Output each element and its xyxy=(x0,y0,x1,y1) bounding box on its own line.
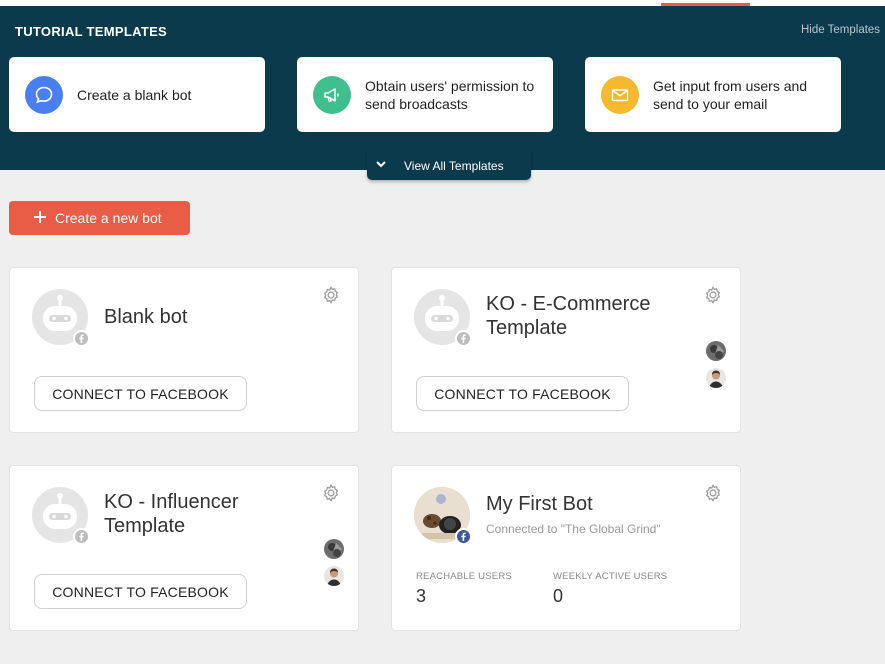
template-label: Get input from users and send to your em… xyxy=(653,77,808,112)
facebook-icon xyxy=(455,528,472,545)
reachable-users-value: 3 xyxy=(416,586,427,606)
bot-avatar xyxy=(414,487,472,545)
template-card-email-input[interactable]: Get input from users and send to your em… xyxy=(585,57,841,132)
envelope-icon xyxy=(601,76,639,114)
view-all-templates-button[interactable]: View All Templates xyxy=(367,150,531,180)
template-card-blank-bot[interactable]: Create a blank bot xyxy=(9,57,265,132)
collaborator-avatar xyxy=(706,368,726,388)
connected-page-text: Connected to "The Global Grind" xyxy=(486,522,661,536)
connect-to-facebook-button[interactable]: CONNECT TO FACEBOOK xyxy=(416,376,629,411)
bot-card[interactable]: KO - E-Commerce Template CONNECT TO FACE… xyxy=(391,267,741,433)
bot-name: KO - E-Commerce Template xyxy=(486,293,651,339)
reachable-users-label: REACHABLE USERS xyxy=(416,571,512,582)
collaborator-avatar xyxy=(706,341,726,361)
weekly-active-users-label: WEEKLY ACTIVE USERS xyxy=(553,571,668,582)
chevron-down-icon xyxy=(375,158,387,173)
create-new-bot-label: Create a new bot xyxy=(55,210,162,226)
facebook-icon xyxy=(455,330,472,347)
bot-card[interactable]: My First Bot Connected to "The Global Gr… xyxy=(391,465,741,631)
bot-card[interactable]: KO - Influencer Template CONNECT TO FACE… xyxy=(9,465,359,631)
hide-templates-link[interactable]: Hide Templates xyxy=(801,24,880,36)
view-all-label: View All Templates xyxy=(404,159,504,173)
banner-title: TUTORIAL TEMPLATES xyxy=(15,24,168,39)
bot-name: KO - Influencer Template xyxy=(104,491,239,537)
template-card-broadcast-permission[interactable]: Obtain users' permission to send broadca… xyxy=(297,57,553,132)
bot-avatar xyxy=(32,289,90,347)
gear-icon[interactable] xyxy=(702,482,724,509)
create-new-bot-button[interactable]: Create a new bot xyxy=(9,201,190,235)
collaborator-avatar xyxy=(324,566,344,586)
facebook-icon xyxy=(73,528,90,545)
bot-avatar xyxy=(32,487,90,545)
template-label: Create a blank bot xyxy=(77,86,192,103)
gear-icon[interactable] xyxy=(320,482,342,509)
facebook-icon xyxy=(73,330,90,347)
connect-to-facebook-button[interactable]: CONNECT TO FACEBOOK xyxy=(34,574,247,609)
weekly-active-users-value: 0 xyxy=(553,586,564,606)
megaphone-icon xyxy=(313,76,351,114)
chat-bubble-icon xyxy=(25,76,63,114)
tutorial-templates-banner: TUTORIAL TEMPLATES Hide Templates Create… xyxy=(0,6,885,170)
bot-name: Blank bot xyxy=(104,306,188,328)
gear-icon[interactable] xyxy=(702,284,724,311)
plus-icon xyxy=(33,209,47,228)
bot-name: My First Bot xyxy=(486,493,593,515)
template-label: Obtain users' permission to send broadca… xyxy=(365,77,535,112)
gear-icon[interactable] xyxy=(320,284,342,311)
collaborator-avatar xyxy=(324,539,344,559)
connect-to-facebook-button[interactable]: CONNECT TO FACEBOOK xyxy=(34,376,247,411)
bot-card[interactable]: Blank bot CONNECT TO FACEBOOK xyxy=(9,267,359,433)
bot-avatar xyxy=(414,289,472,347)
